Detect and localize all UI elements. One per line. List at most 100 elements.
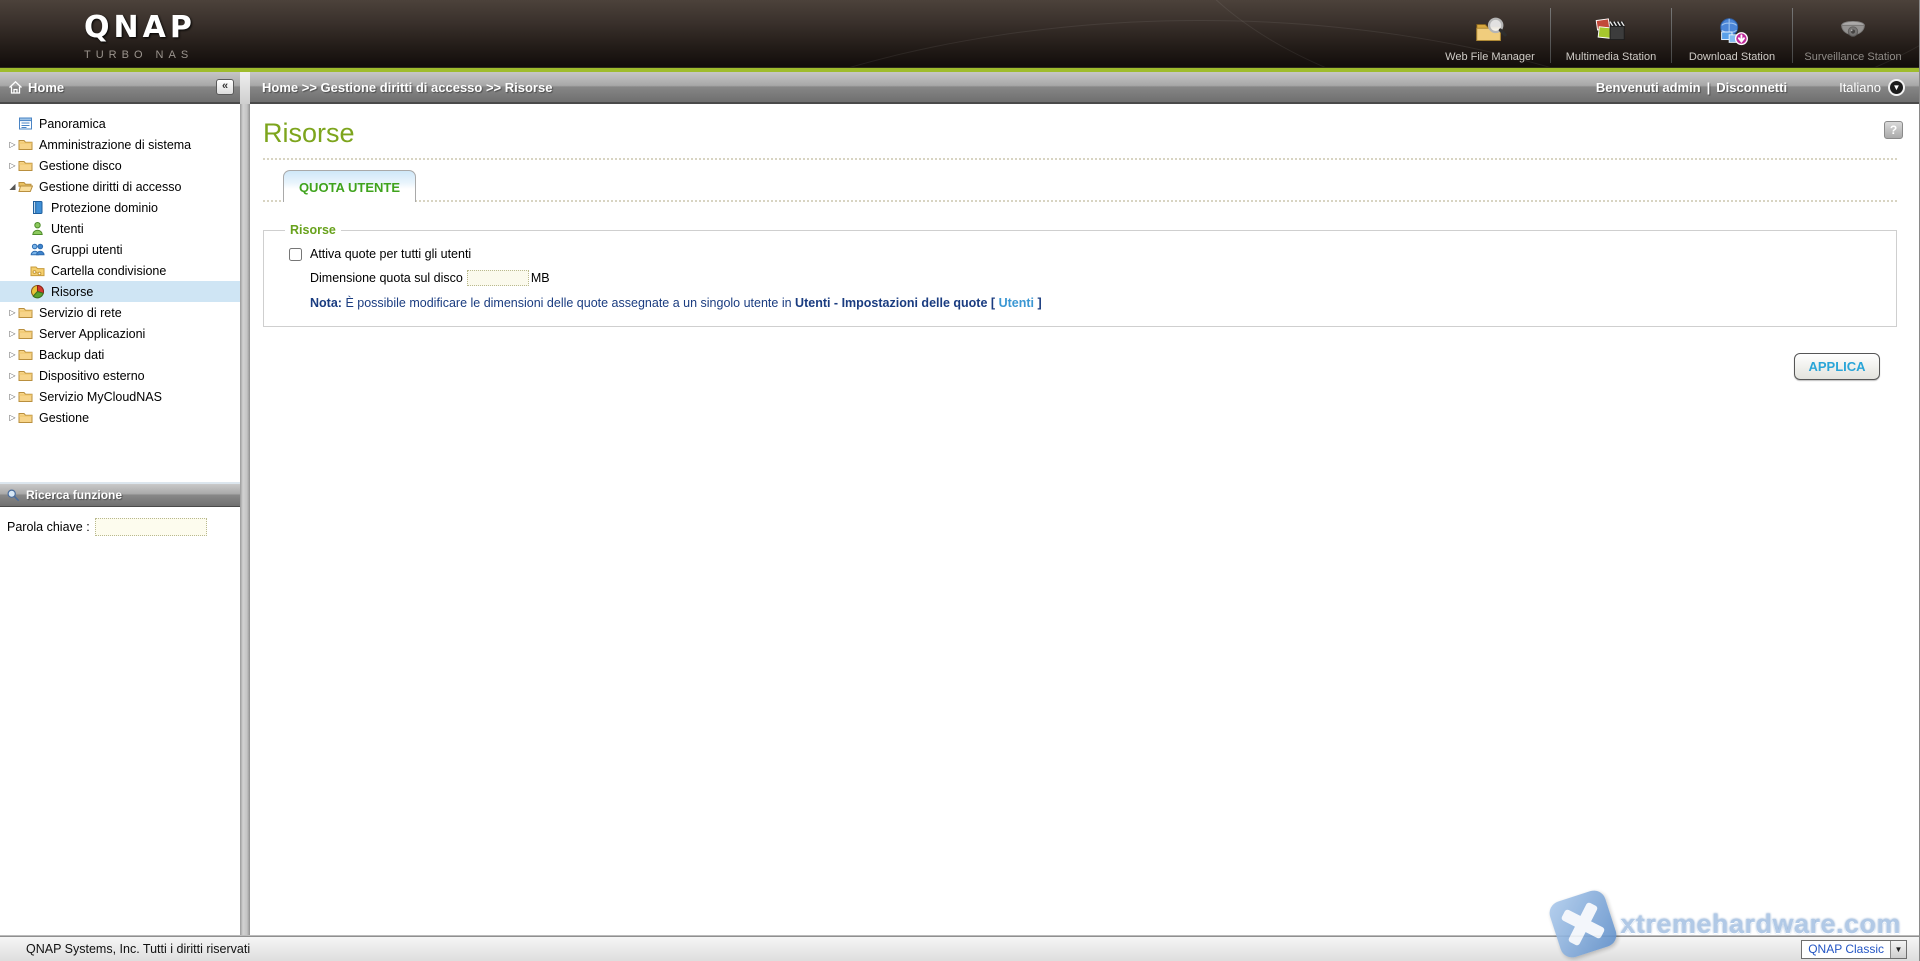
tree-item-label: Servizio di rete [39, 306, 122, 320]
tree-item-protezione-dominio[interactable]: Protezione dominio [0, 197, 240, 218]
folder-icon [18, 326, 33, 341]
tree-item-servizio-mycloudnas[interactable]: ▷Servizio MyCloudNAS [0, 386, 240, 407]
apply-button[interactable]: APPLICA [1794, 353, 1880, 380]
session-separator: | [1707, 80, 1711, 95]
tree-item-backup-dati[interactable]: ▷ Backup dati [0, 344, 240, 365]
page-title: Risorse [263, 118, 1919, 149]
quota-size-label: Dimensione quota sul disco [310, 271, 463, 285]
note-row: Nota: È possibile modificare le dimensio… [310, 296, 1896, 310]
folder-icon [18, 389, 33, 404]
tree-collapsed-icon[interactable]: ▷ [7, 392, 18, 401]
tree-item-gestione-disco[interactable]: ▷Gestione disco [0, 155, 240, 176]
tree-item-label: Gruppi utenti [51, 243, 123, 257]
qnap-logo: QNAP TURBO NAS [0, 0, 196, 67]
station-surveillance-station[interactable]: Surveillance Station [1797, 0, 1909, 67]
turbo-nas-subtitle: TURBO NAS [84, 49, 196, 61]
tree-item-dispositivo-esterno[interactable]: ▷Dispositivo esterno [0, 365, 240, 386]
navigation-tree: Panoramica▷Amministrazione di sistema▷Ge… [0, 104, 240, 428]
keyword-label: Parola chiave : [7, 520, 90, 534]
station-web-file-manager[interactable]: Web File Manager [1434, 0, 1546, 67]
tab-strip: QUOTA UTENTE [263, 171, 1897, 202]
qnap-admin-page: QNAP TURBO NAS Web File Manager Multimedi… [0, 0, 1920, 961]
quota-unit-label: MB [531, 271, 550, 285]
tree-item-gestione-diritti-di-accesso[interactable]: ◢Gestione diritti di accesso [0, 176, 240, 197]
tree-item-label: Gestione [39, 411, 89, 425]
quota-size-input[interactable] [467, 270, 529, 286]
function-search-title: Ricerca funzione [26, 488, 122, 502]
download-station-icon [1715, 15, 1749, 49]
surveillance-station-icon [1836, 15, 1870, 49]
help-button[interactable]: ? [1884, 121, 1903, 139]
station-separator [1792, 8, 1793, 63]
tree-item-label: Risorse [51, 285, 93, 299]
theme-selector-value: QNAP Classic [1802, 942, 1890, 956]
header-gap [240, 72, 250, 104]
keyword-input[interactable] [95, 518, 207, 536]
breadcrumb: Home >> Gestione diritti di accesso >> R… [262, 80, 1596, 95]
tree-collapsed-icon[interactable]: ▷ [7, 161, 18, 170]
main-content: ? Risorse QUOTA UTENTE Risorse Attiva qu… [250, 104, 1919, 936]
station-separator [1671, 8, 1672, 63]
footer: QNAP Systems, Inc. Tutti i diritti riser… [0, 936, 1919, 961]
language-selector[interactable]: Italiano ▼ [1839, 79, 1905, 96]
theme-selector[interactable]: QNAP Classic ▼ [1801, 940, 1907, 959]
search-icon [6, 488, 20, 502]
folder-icon [18, 410, 33, 425]
tree-collapsed-icon[interactable]: ▷ [7, 413, 18, 422]
logout-link[interactable]: Disconnetti [1716, 80, 1787, 95]
folder-icon [18, 137, 33, 152]
station-download-station[interactable]: Download Station [1676, 0, 1788, 67]
enable-quota-checkbox[interactable] [289, 248, 302, 261]
tree-collapsed-icon[interactable]: ▷ [7, 350, 18, 359]
collapse-sidebar-button[interactable]: « [216, 79, 234, 95]
tree-collapsed-icon[interactable]: ▷ [7, 371, 18, 380]
folder-icon [18, 158, 33, 173]
sidebar: Panoramica▷Amministrazione di sistema▷Ge… [0, 104, 240, 936]
note-bracket-open: [ [991, 296, 995, 310]
enable-quota-label[interactable]: Attiva quote per tutti gli utenti [310, 247, 471, 261]
breadcrumb-bar: Home >> Gestione diritti di accesso >> R… [250, 72, 1919, 104]
station-label: Surveillance Station [1804, 51, 1901, 63]
tree-item-gestione[interactable]: ▷ Gestione [0, 407, 240, 428]
station-multimedia-station[interactable]: Multimedia Station [1555, 0, 1667, 67]
multimedia-station-icon [1594, 15, 1628, 49]
tree-item-gruppi-utenti[interactable]: Gruppi utenti [0, 239, 240, 260]
quota-pie-icon [30, 284, 45, 299]
tree-item-risorse[interactable]: Risorse [0, 281, 240, 302]
welcome-text: Benvenuti admin [1596, 80, 1701, 95]
tree-item-label: Amministrazione di sistema [39, 138, 191, 152]
note-utenti-link[interactable]: Utenti [999, 296, 1034, 310]
web-file-manager-icon [1473, 15, 1507, 49]
sidebar-content-divider[interactable] [240, 104, 250, 936]
note-bold-text: Utenti - Impostazioni delle quote [795, 296, 987, 310]
language-dropdown-icon[interactable]: ▼ [1888, 79, 1905, 96]
note-text: È possibile modificare le dimensioni del… [345, 296, 791, 310]
station-separator [1550, 8, 1551, 63]
tree-item-server-applicazioni[interactable]: ▷ Server Applicazioni [0, 323, 240, 344]
tree-expanded-icon[interactable]: ◢ [7, 182, 18, 191]
tab-quota-utente[interactable]: QUOTA UTENTE [283, 170, 416, 202]
note-label: Nota: [310, 296, 342, 310]
tree-collapsed-icon[interactable]: ▷ [7, 140, 18, 149]
tree-item-label: Protezione dominio [51, 201, 158, 215]
tree-item-cartella-condivisione[interactable]: Cartella condivisione [0, 260, 240, 281]
quota-fieldset: Risorse Attiva quote per tutti gli utent… [263, 223, 1897, 327]
station-label: Web File Manager [1445, 51, 1535, 63]
tree-item-servizio-di-rete[interactable]: ▷ Servizio di rete [0, 302, 240, 323]
station-label: Multimedia Station [1566, 51, 1657, 63]
tree-item-label: Utenti [51, 222, 84, 236]
tree-item-utenti[interactable]: Utenti [0, 218, 240, 239]
tree-collapsed-icon[interactable]: ▷ [7, 329, 18, 338]
copyright-text: QNAP Systems, Inc. Tutti i diritti riser… [26, 942, 250, 956]
theme-dropdown-icon[interactable]: ▼ [1890, 941, 1906, 958]
station-label: Download Station [1689, 51, 1775, 63]
sidebar-title: Home [28, 80, 216, 95]
tree-collapsed-icon[interactable]: ▷ [7, 308, 18, 317]
function-search-header: Ricerca funzione [0, 482, 240, 507]
tree-item-panoramica[interactable]: Panoramica [0, 113, 240, 134]
folder-icon [18, 368, 33, 383]
tree-item-label: Backup dati [39, 348, 104, 362]
tree-item-label: Server Applicazioni [39, 327, 145, 341]
body-row: Panoramica▷Amministrazione di sistema▷Ge… [0, 104, 1919, 936]
tree-item-amministrazione-di-sistema[interactable]: ▷ Amministrazione di sistema [0, 134, 240, 155]
